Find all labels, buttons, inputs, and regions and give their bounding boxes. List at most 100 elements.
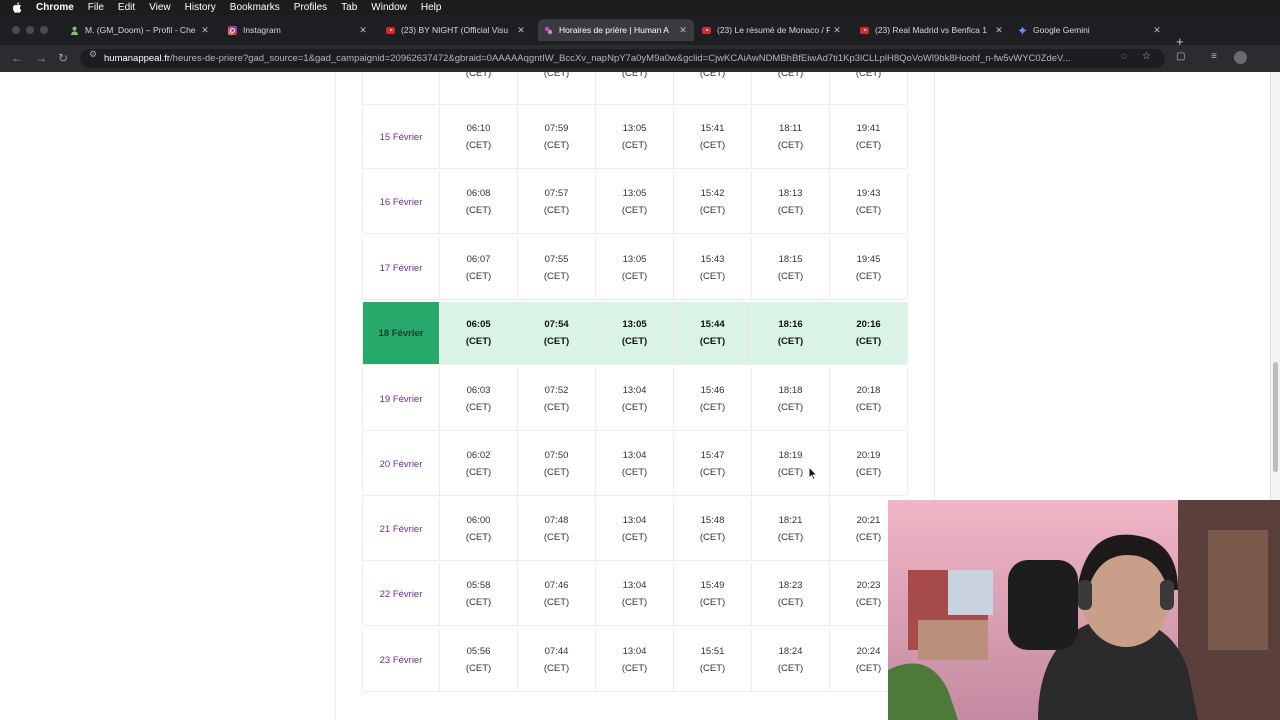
- sidepanel-icon[interactable]: ≡: [1211, 51, 1217, 62]
- time-cell: 13:05 (CET): [596, 171, 674, 233]
- timezone-label: (CET): [699, 140, 726, 151]
- close-window-button[interactable]: [12, 26, 20, 34]
- eye-off-icon[interactable]: ◌: [1121, 51, 1127, 62]
- date-cell: 19 Février: [362, 368, 440, 430]
- webcam-overlay: [888, 500, 1280, 720]
- prayer-time: 07:55: [544, 254, 569, 265]
- tab-gemini[interactable]: Google Gemini ✕: [1012, 19, 1168, 41]
- prayer-time: 07:46: [544, 580, 569, 591]
- table-row: 17 Février 06:07 (CET) 07:55 (CET) 13:05 (CET)…: [362, 237, 908, 300]
- timezone-label: (CET): [855, 271, 882, 282]
- timezone-label: (CET): [465, 205, 492, 216]
- timezone-label: (CET): [621, 532, 648, 543]
- time-cell: 07:52 (CET): [518, 368, 596, 430]
- close-tab-icon[interactable]: ✕: [356, 25, 370, 36]
- menu-help[interactable]: Help: [421, 0, 442, 15]
- prayer-time: 15:42: [700, 188, 725, 199]
- table-row-partial: (CET) (CET) (CET) (CET) (CET) (CET): [362, 72, 908, 105]
- tab-real-madrid[interactable]: (23) Real Madrid vs Benfica 1 ✕: [854, 19, 1010, 41]
- tab-monaco[interactable]: (23) Le résumé de Monaco / F ✕: [696, 19, 848, 41]
- menu-window[interactable]: Window: [371, 0, 407, 15]
- youtube-icon: [386, 26, 395, 35]
- menu-history[interactable]: History: [185, 0, 216, 15]
- close-tab-icon[interactable]: ✕: [198, 25, 212, 36]
- close-tab-icon[interactable]: ✕: [992, 25, 1006, 36]
- timezone-label: (CET): [777, 271, 804, 282]
- back-button[interactable]: ←: [11, 51, 23, 65]
- mouse-cursor-icon: [808, 466, 818, 481]
- menu-view[interactable]: View: [149, 0, 171, 15]
- menu-tab[interactable]: Tab: [341, 0, 357, 15]
- timezone-label: (CET): [777, 402, 804, 413]
- time-cell: 15:51 (CET): [674, 629, 752, 691]
- time-cell: 20:19 (CET): [830, 433, 908, 495]
- timezone-label: (CET): [621, 140, 648, 151]
- prayer-time: 18:13: [778, 188, 803, 199]
- close-tab-icon[interactable]: ✕: [514, 25, 528, 36]
- timezone-label: (CET): [621, 336, 648, 347]
- prayer-time: 18:18: [778, 385, 803, 396]
- time-cell: 13:04 (CET): [596, 368, 674, 430]
- time-cell: 13:05 (CET): [596, 106, 674, 168]
- youtube-icon: [860, 26, 869, 35]
- tab-profile[interactable]: M. (GM_Doom) – Profil - Che ✕: [64, 19, 216, 41]
- scrollbar-thumb[interactable]: [1273, 362, 1278, 472]
- site-info-icon[interactable]: ⚙: [88, 49, 98, 59]
- time-cell: 07:50 (CET): [518, 433, 596, 495]
- minimize-window-button[interactable]: [26, 26, 34, 34]
- menu-bookmarks[interactable]: Bookmarks: [230, 0, 280, 15]
- prayer-time: 13:05: [622, 319, 647, 330]
- avatar[interactable]: [1234, 51, 1247, 64]
- close-tab-icon[interactable]: ✕: [676, 25, 690, 36]
- tab-instagram[interactable]: Instagram ✕: [222, 19, 374, 41]
- close-tab-icon[interactable]: ✕: [1150, 25, 1164, 36]
- timezone-label: (CET): [465, 140, 492, 151]
- timezone-label: (CET): [777, 467, 804, 478]
- window-controls: [12, 26, 48, 34]
- timezone-label: (CET): [543, 271, 570, 282]
- timezone-label: (CET): [855, 205, 882, 216]
- menu-edit[interactable]: Edit: [118, 0, 135, 15]
- timezone-label: (CET): [543, 467, 570, 478]
- prayer-time: 07:52: [544, 385, 569, 396]
- date-cell: 18 Février: [362, 302, 440, 364]
- tab-by-night[interactable]: (23) BY NIGHT (Official Visu ✕: [380, 19, 532, 41]
- timezone-label: (CET): [855, 140, 882, 151]
- menu-profiles[interactable]: Profiles: [294, 0, 327, 15]
- time-cell: 06:10 (CET): [440, 106, 518, 168]
- time-cell: 15:43 (CET): [674, 237, 752, 299]
- url-domain: humanappeal.fr: [104, 53, 171, 64]
- address-bar[interactable]: humanappeal.fr/heures-de-priere?gad_sour…: [80, 49, 1165, 68]
- timezone-label: (CET): [543, 336, 570, 347]
- time-cell: 19:41 (CET): [830, 106, 908, 168]
- prayer-time: 18:21: [778, 515, 803, 526]
- close-tab-icon[interactable]: ✕: [830, 25, 844, 36]
- forward-button[interactable]: →: [35, 51, 47, 65]
- extensions-icon[interactable]: ▢: [1176, 51, 1185, 62]
- prayer-time: 19:43: [856, 188, 881, 199]
- menu-app-chrome[interactable]: Chrome: [36, 0, 74, 15]
- timezone-label: (CET): [855, 663, 882, 674]
- timezone-label: (CET): [543, 402, 570, 413]
- tab-horaires-de-priere[interactable]: Horaires de prière | Human A ✕: [538, 19, 694, 41]
- time-cell: 07:57 (CET): [518, 171, 596, 233]
- timezone-label: (CET): [465, 663, 492, 674]
- prayer-time: 13:04: [622, 646, 647, 657]
- reload-button[interactable]: ↻: [58, 51, 68, 65]
- table-row: 15 Février 06:10 (CET) 07:59 (CET) 13:05 (CET)…: [362, 106, 908, 169]
- timezone-label: (CET): [855, 402, 882, 413]
- timezone-label: (CET): [699, 467, 726, 478]
- bookmark-star-icon[interactable]: ☆: [1142, 51, 1151, 62]
- profile-icon: [70, 26, 79, 35]
- prayer-time: 18:11: [778, 123, 803, 134]
- macos-menu-bar: Chrome File Edit View History Bookmarks …: [0, 0, 1280, 15]
- apple-icon[interactable]: [12, 2, 22, 13]
- prayer-time: 15:46: [700, 385, 725, 396]
- table-row: 23 Février 05:56 (CET) 07:44 (CET) 13:04 (CET)…: [362, 629, 908, 692]
- time-cell: 07:48 (CET): [518, 498, 596, 560]
- timezone-label: (CET): [699, 336, 726, 347]
- time-cell: 13:05 (CET): [596, 302, 674, 364]
- menu-file[interactable]: File: [88, 0, 104, 15]
- table-row-today: 18 Février 06:05 (CET) 07:54 (CET) 13:05 (CET)…: [362, 302, 908, 365]
- zoom-window-button[interactable]: [40, 26, 48, 34]
